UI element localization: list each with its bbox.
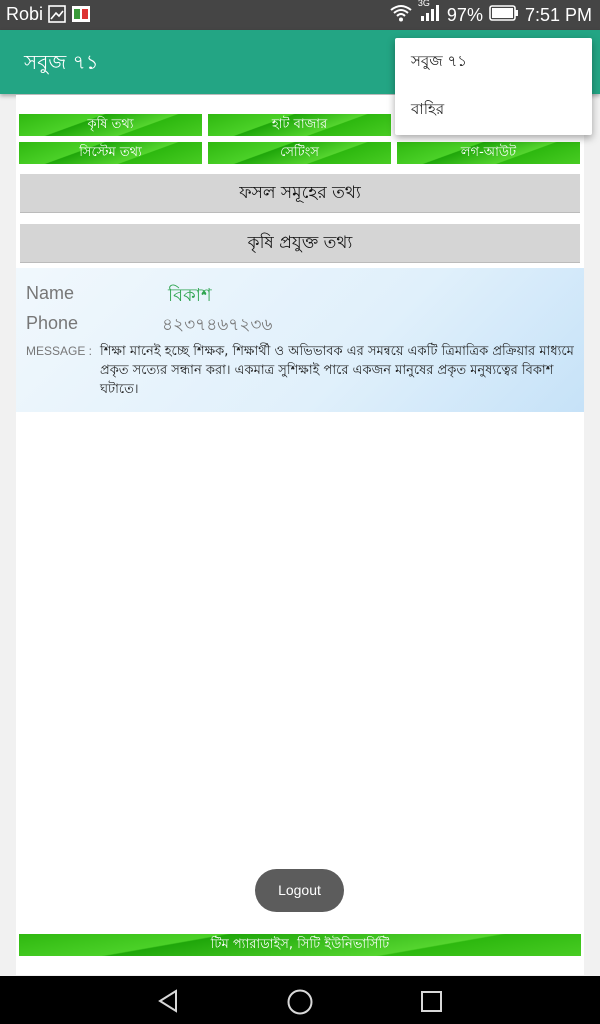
agri-tech-info-button[interactable]: কৃষি প্রযুক্ত তথ্য bbox=[20, 224, 580, 263]
footer-credit: টিম প্যারাডাইস, সিটি ইউনিভার্সিটি bbox=[19, 934, 581, 956]
menu-item-sobuj-71[interactable]: সবুজ ৭১ bbox=[411, 50, 467, 75]
name-value: বিকাশ bbox=[168, 285, 212, 306]
crop-info-button[interactable]: ফসল সমূহের তথ্য bbox=[20, 174, 580, 213]
main-content: কৃষি তথ্য হাট বাজার সিস্টেম তথ্য সেটিংস … bbox=[16, 95, 584, 975]
message-label: MESSAGE : bbox=[26, 344, 93, 358]
gallery-icon bbox=[48, 5, 66, 23]
name-label: Name bbox=[26, 283, 75, 303]
nav-button-system-tottho[interactable]: সিস্টেম তথ্য bbox=[19, 142, 202, 164]
system-nav-bar bbox=[0, 976, 600, 1024]
logout-button[interactable]: Logout bbox=[255, 869, 344, 912]
app-title: সবুজ ৭১ bbox=[24, 50, 99, 74]
clock: 7:51 PM bbox=[524, 5, 592, 25]
battery-icon bbox=[489, 5, 519, 26]
network-type: 3G bbox=[417, 0, 430, 8]
recent-apps-icon[interactable] bbox=[420, 990, 444, 1018]
nav-button-settings[interactable]: সেটিংস bbox=[208, 142, 391, 164]
home-icon[interactable] bbox=[286, 988, 314, 1020]
signal-icon: 3G bbox=[418, 0, 441, 27]
profile-card: Name বিকাশ Phone ৪২৩৭৪৬৭২৩৬ MESSAGE : শি… bbox=[16, 268, 584, 412]
nav-button-krishi-tottho[interactable]: কৃষি তথ্য bbox=[19, 114, 202, 136]
status-bar: Robi 3G 97% 7:51 PM bbox=[0, 0, 600, 30]
menu-item-exit[interactable]: বাহির bbox=[411, 98, 444, 123]
back-icon[interactable] bbox=[155, 988, 181, 1018]
nav-button-logout[interactable]: লগ-আউট bbox=[397, 142, 580, 164]
app-notification-icon bbox=[71, 5, 90, 23]
wifi-icon bbox=[389, 4, 413, 27]
overflow-menu: সবুজ ৭১ বাহির bbox=[395, 38, 592, 135]
nav-button-hat-bazar[interactable]: হাট বাজার bbox=[208, 114, 391, 136]
message-value: শিক্ষা মানেই হচ্ছে শিক্ষক, শিক্ষার্থী ও … bbox=[100, 344, 574, 397]
phone-value: ৪২৩৭৪৬৭২৩৬ bbox=[162, 315, 273, 335]
carrier-label: Robi bbox=[6, 4, 44, 24]
battery-percent: 97% bbox=[446, 5, 483, 25]
phone-label: Phone bbox=[26, 313, 79, 333]
